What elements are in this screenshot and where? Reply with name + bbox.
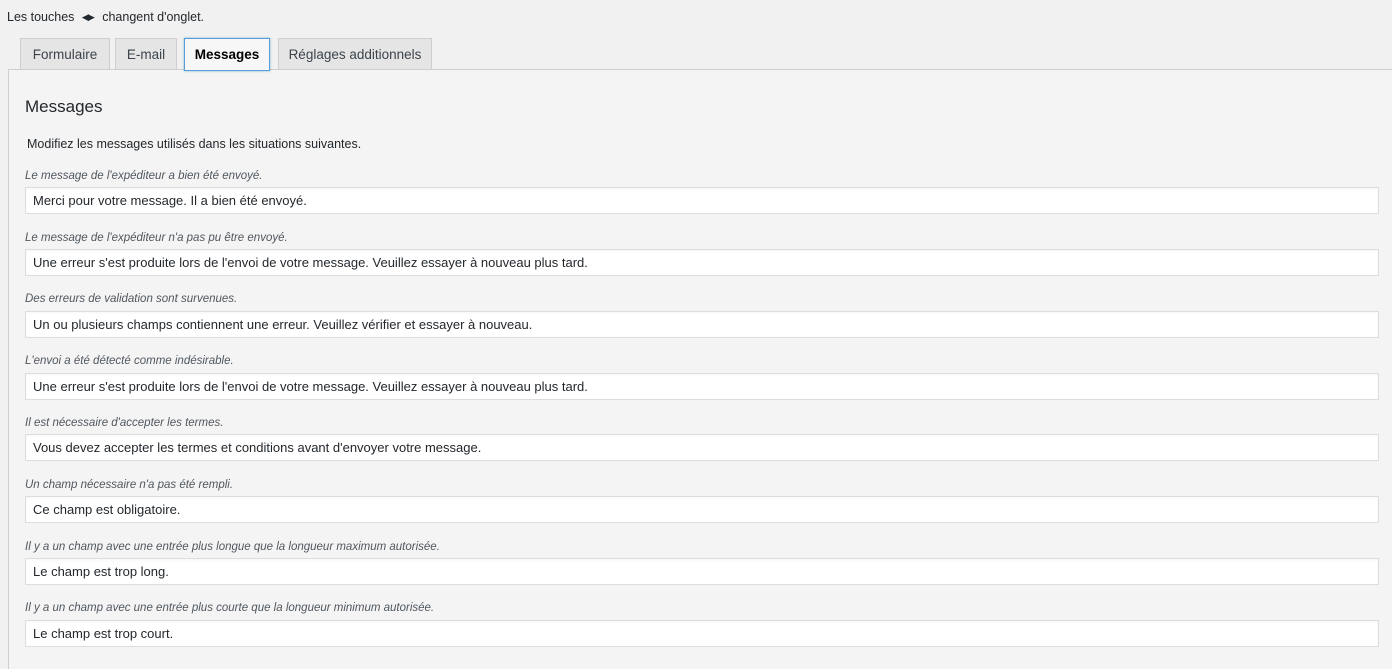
field-label-invalid-too-short: Il y a un champ avec une entrée plus cou… <box>25 602 435 614</box>
tab-email[interactable]: E-mail <box>115 38 177 69</box>
messages-panel: Messages Modifiez les messages utilisés … <box>8 69 1392 669</box>
tab-messages[interactable]: Messages <box>184 38 270 71</box>
field-input-invalid-too-short[interactable] <box>25 620 1379 647</box>
field-label-spam: L'envoi a été détecté comme indésirable. <box>25 355 234 367</box>
field-input-invalid-required[interactable] <box>25 496 1379 523</box>
field-label-mail-sent-ok: Le message de l'expéditeur a bien été en… <box>25 170 263 182</box>
panel-intro: Modifiez les messages utilisés dans les … <box>27 137 362 151</box>
field-label-validation-error: Des erreurs de validation sont survenues… <box>25 293 238 305</box>
panel-title: Messages <box>25 97 103 116</box>
hint-text-before: Les touches <box>7 10 75 24</box>
hint-text-after: changent d'onglet. <box>102 10 205 24</box>
field-input-mail-sent-ng[interactable] <box>25 249 1379 276</box>
field-input-spam[interactable] <box>25 373 1379 400</box>
field-label-invalid-required: Un champ nécessaire n'a pas été rempli. <box>25 479 234 491</box>
field-input-invalid-too-long[interactable] <box>25 558 1379 585</box>
field-input-mail-sent-ok[interactable] <box>25 187 1379 214</box>
keyboard-hint: Les touches ◀▶ changent d'onglet. <box>7 10 204 24</box>
left-right-arrows-icon: ◀▶ <box>81 12 95 22</box>
tab-reglages-additionnels[interactable]: Réglages additionnels <box>278 38 432 69</box>
tab-formulaire[interactable]: Formulaire <box>20 38 110 69</box>
field-label-accept-terms: Il est nécessaire d'accepter les termes. <box>25 417 224 429</box>
field-input-accept-terms[interactable] <box>25 434 1379 461</box>
field-label-mail-sent-ng: Le message de l'expéditeur n'a pas pu êt… <box>25 232 288 244</box>
field-input-validation-error[interactable] <box>25 311 1379 338</box>
field-label-invalid-too-long: Il y a un champ avec une entrée plus lon… <box>25 541 440 553</box>
